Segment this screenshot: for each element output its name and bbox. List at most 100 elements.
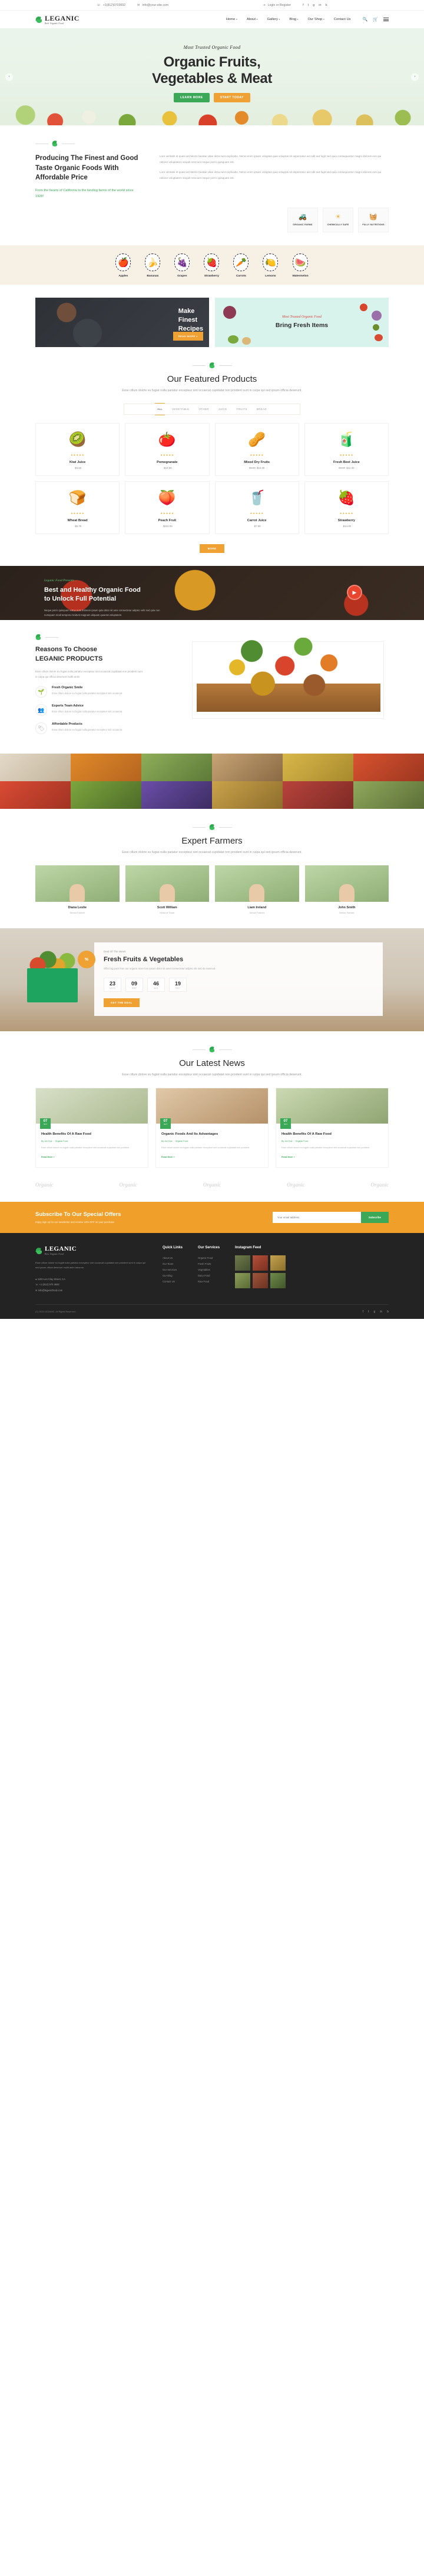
product-card[interactable]: 🍓 ★★★★★ Strawberry $14.00 [304, 481, 389, 535]
farmer-card[interactable]: Diana Leslie Senior Farmer [35, 865, 120, 914]
hero-next-arrow[interactable]: › [411, 73, 419, 81]
subscribe-button[interactable]: Subscribe [360, 1212, 389, 1224]
product-card[interactable]: 🥤 ★★★★★ Carrot Juice $7.00 [214, 481, 299, 535]
gallery-image[interactable] [0, 781, 71, 809]
filter-tab-bread[interactable]: BREAD [257, 408, 267, 411]
gallery-image[interactable] [283, 781, 353, 809]
topbar-phone[interactable]: ☏ +1(812)0703692 [97, 4, 125, 7]
filter-tab-other[interactable]: OTHER [198, 408, 208, 411]
gallery-image[interactable] [141, 754, 212, 782]
filter-tab-juice[interactable]: JUICE [218, 408, 227, 411]
more-products-button[interactable]: MORE [199, 544, 225, 554]
learn-more-button[interactable]: LEARN MORE [174, 93, 210, 103]
gallery-image[interactable] [71, 781, 141, 809]
start-today-button[interactable]: START TODAY [213, 93, 250, 103]
play-icon[interactable]: ▶ [347, 585, 362, 601]
topbar-email[interactable]: ✉ info@your-site.com [137, 4, 168, 7]
farmer-card[interactable]: John Smith Senior Farmer [304, 865, 389, 914]
instagram-thumb[interactable] [253, 1255, 269, 1271]
nav-item-our-shop[interactable]: Our Shop ▾ [308, 18, 324, 21]
news-read-more-link[interactable]: Read More » [41, 1156, 55, 1158]
category-grapes[interactable]: 🍇 Grapes [174, 254, 190, 278]
gallery-image[interactable] [212, 781, 283, 809]
nav-item-gallery[interactable]: Gallery ▾ [267, 18, 280, 21]
twitter-icon[interactable]: t [308, 4, 309, 7]
behance-icon[interactable]: b [387, 1310, 389, 1314]
promo-make-finest-recipes[interactable]: Make Finest Recipes READ MORE » [35, 298, 209, 348]
news-card[interactable]: 07 OCT Health Benefits Of A Raw Food By J… [276, 1088, 389, 1168]
hero-prev-arrow[interactable]: ‹ [5, 73, 13, 81]
gallery-image[interactable] [353, 754, 424, 782]
twitter-icon[interactable]: t [368, 1310, 369, 1314]
gallery-image[interactable] [0, 754, 71, 782]
news-card[interactable]: 07 OCT Health Benefits Of A Raw Food By J… [35, 1088, 148, 1168]
footer-service-organic-food[interactable]: Organic Food [198, 1255, 220, 1261]
footer-email[interactable]: ✉ info@leganicfood.com [35, 1288, 147, 1294]
nav-item-contact-us[interactable]: Contact Us [334, 18, 351, 21]
login-register-link[interactable]: ⇥ Login or Register [263, 4, 291, 7]
nav-item-about[interactable]: About ▾ [247, 18, 258, 21]
footer-phone[interactable]: ☏ +1 (812) 070 3692 [35, 1282, 147, 1288]
cart-icon[interactable]: 🛒 [373, 17, 378, 22]
instagram-thumb[interactable] [253, 1273, 269, 1289]
product-card[interactable]: 🧃 ★★★★★ Fresh Beet Juice $6.00 $12.00 [304, 423, 389, 476]
news-read-more-link[interactable]: Read More » [281, 1156, 295, 1158]
behance-icon[interactable]: b [326, 4, 327, 7]
product-card[interactable]: 🥜 ★★★★★ Mixed Dry Fruits $5.00 $10.00 [214, 423, 299, 476]
promo-read-more-button[interactable]: READ MORE » [173, 332, 203, 341]
category-strawberry[interactable]: 🍓 Strawberry [204, 254, 220, 278]
badge-chemically-safe[interactable]: ☀ CHEMICALLY SAFE [323, 208, 353, 233]
linkedin-icon[interactable]: in [319, 4, 321, 7]
badge-fully-nutritions[interactable]: 🧺 FULLY NUTRITIONS [358, 208, 389, 233]
filter-tab-vegetable[interactable]: VEGETABLE [172, 408, 189, 411]
category-bananas[interactable]: 🍌 Bananas [145, 254, 161, 278]
product-card[interactable]: 🥝 ★★★★★ Kiwi Juice $3.50 [35, 423, 120, 476]
footer-link-our-services[interactable]: Our Services [163, 1267, 183, 1273]
gallery-image[interactable] [212, 754, 283, 782]
hamburger-icon[interactable] [383, 16, 389, 22]
product-card[interactable]: 🍞 ★★★★★ Wheat Bread $5.75 [35, 481, 120, 535]
nav-item-home[interactable]: Home ▾ [226, 18, 237, 21]
news-card[interactable]: 07 OCT Organic Foods And Its Advantages B… [155, 1088, 269, 1168]
badge-organic-farms[interactable]: 🚜 ORGANIC FARMS [287, 208, 318, 233]
instagram-thumb[interactable] [270, 1273, 286, 1289]
footer-service-fresh-fruits[interactable]: Fresh Fruits [198, 1261, 220, 1267]
footer-logo[interactable]: LEGANIC Best Organic Food [35, 1246, 147, 1255]
category-carrots[interactable]: 🥕 Carrots [233, 254, 249, 278]
product-card[interactable]: 🍅 ★★★★★ Pomegranate $10.00 [125, 423, 210, 476]
search-icon[interactable]: 🔍 [363, 17, 368, 22]
footer-link-our-team[interactable]: Our Team [163, 1261, 183, 1267]
footer-link-about-us[interactable]: About Us [163, 1255, 183, 1261]
nav-item-blog[interactable]: Blog ▾ [289, 18, 298, 21]
footer-service-raw-food[interactable]: Raw Food [198, 1279, 220, 1285]
footer-service-vegetables[interactable]: Vegetables [198, 1267, 220, 1273]
filter-tab-fruits[interactable]: FRUITS [237, 408, 247, 411]
category-apples[interactable]: 🍎 Apples [115, 254, 131, 278]
farmer-card[interactable]: Scott William Head of Team [125, 865, 209, 914]
about-row: Producing The Finest and Good Taste Orga… [35, 154, 389, 199]
promo-bring-fresh-items[interactable]: Most Trusted Organic Food Bring Fresh It… [215, 298, 389, 348]
gallery-image[interactable] [283, 754, 353, 782]
product-card[interactable]: 🍑 ★★★★★ Peach Fruit $222.00 [125, 481, 210, 535]
category-lemons[interactable]: 🍋 Lemons [263, 254, 279, 278]
gallery-image[interactable] [141, 781, 212, 809]
google-plus-icon[interactable]: g [374, 1310, 376, 1314]
email-input[interactable] [272, 1212, 361, 1224]
gallery-image[interactable] [71, 754, 141, 782]
footer-service-dairy-food[interactable]: Dairy Food [198, 1273, 220, 1279]
footer-link-our-blog[interactable]: Our Blog [163, 1273, 183, 1279]
filter-tab-all[interactable]: ALL [155, 403, 165, 416]
gallery-image[interactable] [353, 781, 424, 809]
instagram-thumb[interactable] [235, 1273, 251, 1289]
news-read-more-link[interactable]: Read More » [161, 1156, 175, 1158]
site-logo[interactable]: LEGANIC Best Organic Food [35, 15, 80, 25]
linkedin-icon[interactable]: in [380, 1310, 382, 1314]
instagram-thumb[interactable] [270, 1255, 286, 1271]
category-watermelon[interactable]: 🍉 Watermelon [292, 254, 309, 278]
get-the-deal-button[interactable]: GET THE DEAL [104, 998, 140, 1008]
farmer-card[interactable]: Liam Ireland Senior Farmer [215, 865, 299, 914]
google-plus-icon[interactable]: g [313, 4, 314, 7]
facebook-icon[interactable]: f [303, 4, 304, 7]
footer-link-contact-us[interactable]: Contact Us [163, 1279, 183, 1285]
instagram-thumb[interactable] [235, 1255, 251, 1271]
